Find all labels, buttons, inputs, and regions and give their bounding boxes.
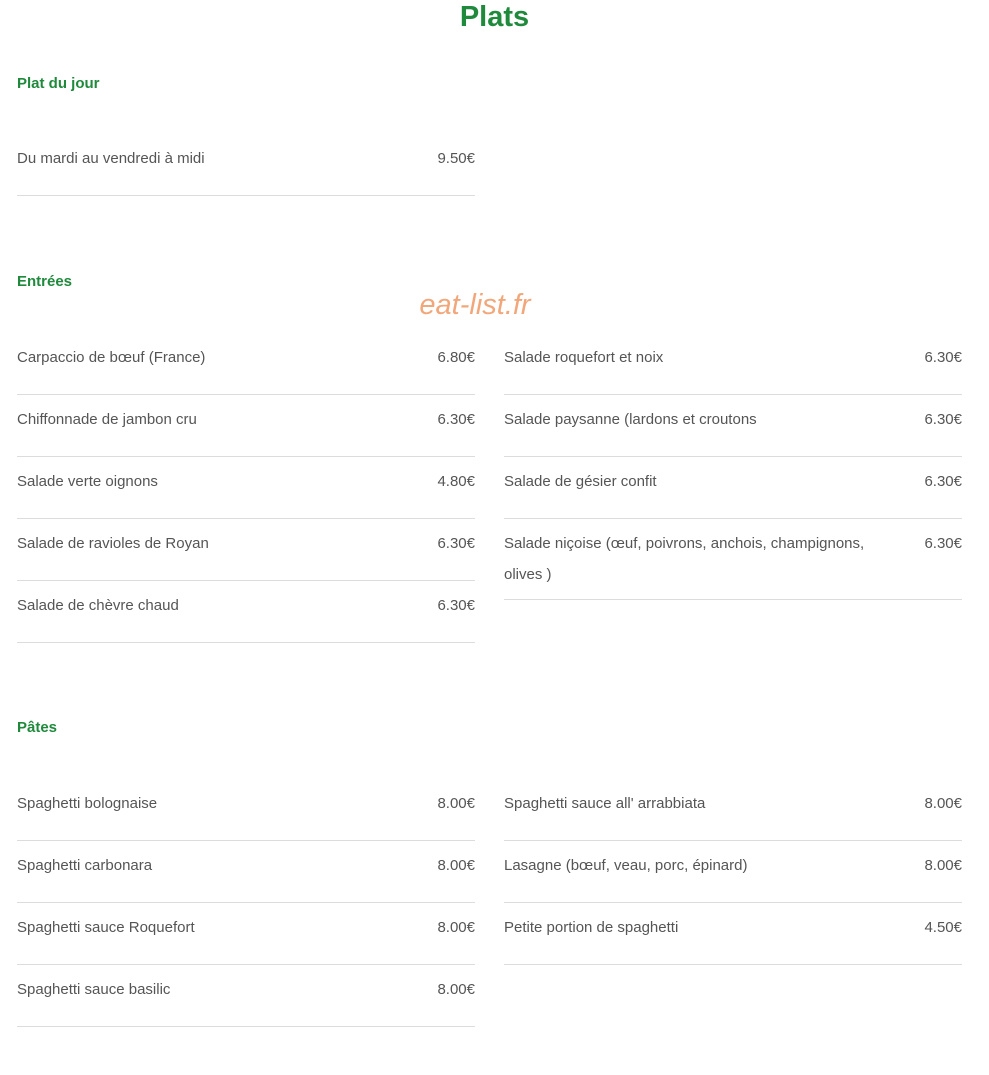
menu-item-name: Spaghetti sauce all' arrabbiata bbox=[504, 795, 706, 812]
menu-item-price: 8.00€ bbox=[924, 857, 962, 874]
menu-item: Salade de chèvre chaud 6.30€ bbox=[17, 581, 475, 643]
watermark: eat-list.fr bbox=[419, 289, 531, 321]
menu-item-name: Du mardi au vendredi à midi bbox=[17, 150, 205, 167]
menu-item-price: 4.80€ bbox=[437, 473, 475, 490]
menu-item-price: 8.00€ bbox=[924, 795, 962, 812]
menu-item: Chiffonnade de jambon cru 6.30€ bbox=[17, 395, 475, 457]
menu-item-name: Spaghetti bolognaise bbox=[17, 795, 158, 812]
section-heading-entrees: Entrées bbox=[17, 273, 73, 290]
menu-item-name: Salade verte oignons bbox=[17, 473, 158, 490]
menu-item: Salade de ravioles de Royan 6.30€ bbox=[17, 519, 475, 581]
menu-item-price: 6.30€ bbox=[924, 473, 962, 490]
menu-item-price: 6.80€ bbox=[437, 349, 475, 366]
menu-item-price: 4.50€ bbox=[924, 919, 962, 936]
menu-item: Salade de gésier confit 6.30€ bbox=[504, 457, 962, 519]
menu-item-price: 6.30€ bbox=[437, 411, 475, 428]
menu-item-price: 6.30€ bbox=[437, 597, 475, 614]
menu-item: Spaghetti sauce basilic 8.00€ bbox=[17, 965, 475, 1027]
page-title: Plats bbox=[459, 1, 530, 33]
menu-item-price: 8.00€ bbox=[437, 795, 475, 812]
pates-list-right: Spaghetti sauce all' arrabbiata 8.00€ La… bbox=[504, 779, 962, 965]
menu-item-name: Spaghetti carbonara bbox=[17, 857, 153, 874]
menu-item-name: Spaghetti sauce Roquefort bbox=[17, 919, 195, 936]
menu-item: Salade roquefort et noix 6.30€ bbox=[504, 333, 962, 395]
menu-item-price: 6.30€ bbox=[924, 349, 962, 366]
menu-item-price: 6.30€ bbox=[437, 535, 475, 552]
menu-item-price: 6.30€ bbox=[924, 411, 962, 428]
menu-item: Spaghetti carbonara 8.00€ bbox=[17, 841, 475, 903]
menu-item: Salade verte oignons 4.80€ bbox=[17, 457, 475, 519]
menu-item: Spaghetti sauce all' arrabbiata 8.00€ bbox=[504, 779, 962, 841]
menu-item-name: Petite portion de spaghetti bbox=[504, 919, 679, 936]
menu-item-name: Chiffonnade de jambon cru bbox=[17, 411, 197, 428]
menu-item-name: Salade de ravioles de Royan bbox=[17, 535, 209, 552]
menu-item: Lasagne (bœuf, veau, porc, épinard) 8.00… bbox=[504, 841, 962, 903]
menu-item: Spaghetti sauce Roquefort 8.00€ bbox=[17, 903, 475, 965]
menu-item: Spaghetti bolognaise 8.00€ bbox=[17, 779, 475, 841]
menu-item: Petite portion de spaghetti 4.50€ bbox=[504, 903, 962, 965]
section-heading-plat-du-jour: Plat du jour bbox=[17, 75, 100, 92]
menu-item-price: 9.50€ bbox=[437, 150, 475, 167]
menu-item-name: Salade paysanne (lardons et croutons bbox=[504, 411, 757, 428]
menu-item: Salade paysanne (lardons et croutons 6.3… bbox=[504, 395, 962, 457]
entrees-list-right: Salade roquefort et noix 6.30€ Salade pa… bbox=[504, 333, 962, 600]
menu-item: Carpaccio de bœuf (France) 6.80€ bbox=[17, 333, 475, 395]
menu-item-name: Salade niçoise (œuf, poivrons, anchois, … bbox=[504, 535, 865, 583]
menu-item-name: Salade roquefort et noix bbox=[504, 349, 664, 366]
menu-item-price: 8.00€ bbox=[437, 981, 475, 998]
menu-item-name: Lasagne (bœuf, veau, porc, épinard) bbox=[504, 857, 748, 874]
pates-list-left: Spaghetti bolognaise 8.00€ Spaghetti car… bbox=[17, 779, 475, 1027]
menu-item: Salade niçoise (œuf, poivrons, anchois, … bbox=[504, 519, 962, 600]
menu-item-name: Carpaccio de bœuf (France) bbox=[17, 349, 206, 366]
section-heading-pates: Pâtes bbox=[17, 719, 58, 736]
plat-du-jour-list: Du mardi au vendredi à midi 9.50€ bbox=[17, 134, 475, 196]
menu-item-name: Spaghetti sauce basilic bbox=[17, 981, 171, 998]
menu-item-price: 8.00€ bbox=[437, 857, 475, 874]
menu-item-name: Salade de chèvre chaud bbox=[17, 597, 179, 614]
entrees-list-left: Carpaccio de bœuf (France) 6.80€ Chiffon… bbox=[17, 333, 475, 643]
menu-item-price: 6.30€ bbox=[924, 535, 962, 552]
menu-item-price: 8.00€ bbox=[437, 919, 475, 936]
menu-item-name: Salade de gésier confit bbox=[504, 473, 657, 490]
menu-item: Du mardi au vendredi à midi 9.50€ bbox=[17, 134, 475, 196]
